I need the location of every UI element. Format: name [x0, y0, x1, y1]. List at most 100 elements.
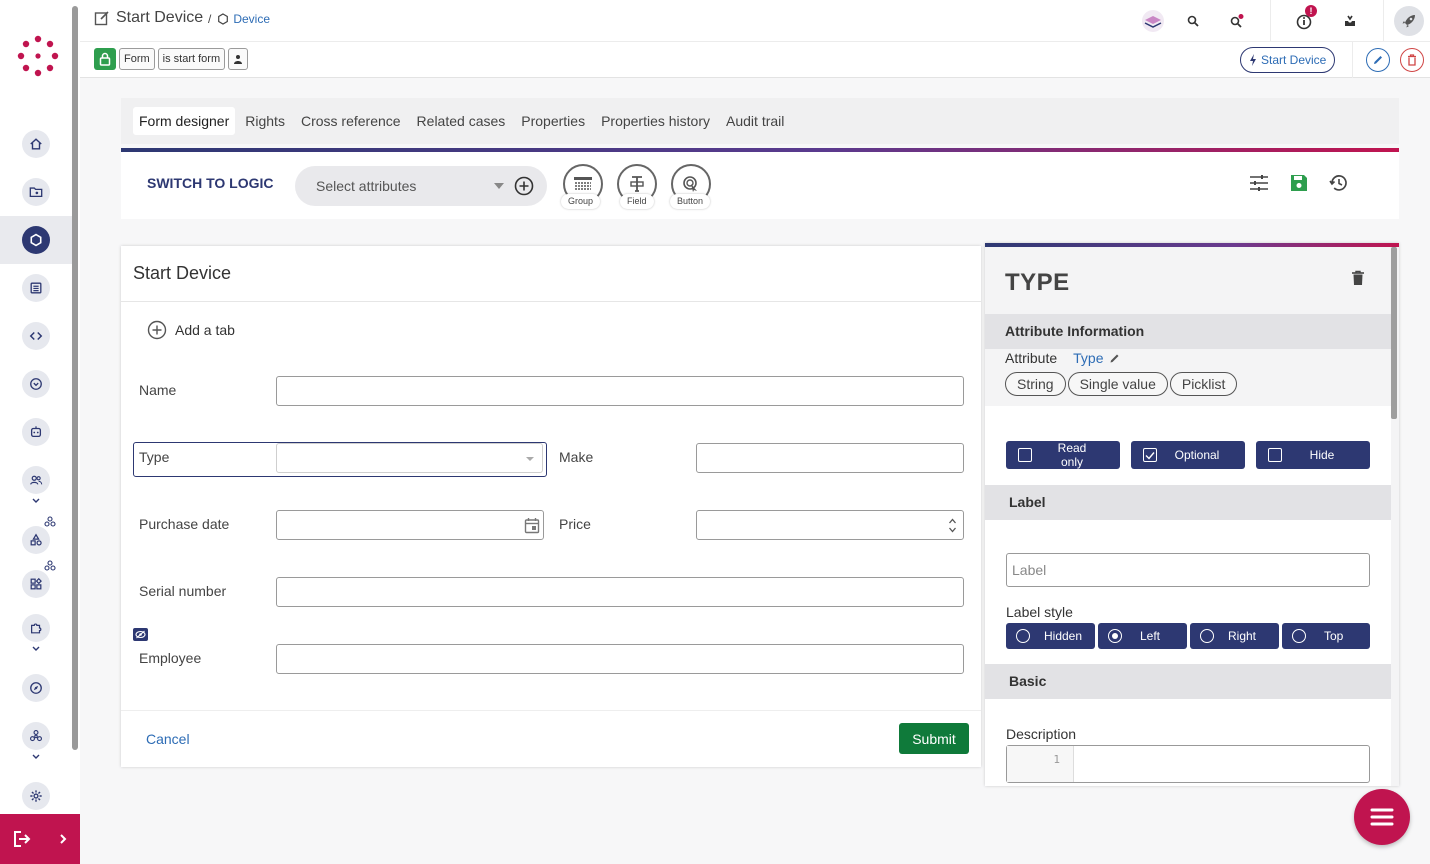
designer-toolbar: SWITCH TO LOGIC Select attributes Group … [121, 148, 1399, 219]
hidden-eye-icon [133, 628, 148, 641]
pencil-icon[interactable] [1109, 352, 1121, 364]
add-circle-icon[interactable] [514, 176, 534, 196]
dropdown-circle-icon[interactable] [22, 370, 50, 398]
lock-icon[interactable] [94, 48, 116, 70]
calendar-icon[interactable] [524, 517, 540, 534]
list-icon[interactable] [22, 274, 50, 302]
purchase-date-input[interactable] [276, 510, 544, 540]
read-only-toggle[interactable]: Read only [1006, 441, 1120, 469]
radio-icon [1200, 629, 1214, 643]
info-icon[interactable]: ! [1291, 5, 1317, 34]
read-only-label: Read only [1057, 441, 1087, 469]
rocket-icon[interactable] [1394, 6, 1424, 36]
start-device-label: Start Device [1261, 53, 1327, 67]
label-style-top-text: Top [1324, 629, 1344, 643]
label-input[interactable]: Label [1006, 553, 1370, 587]
sidebar-scrollbar[interactable] [72, 6, 78, 750]
delete-button[interactable] [1400, 48, 1424, 72]
description-editor[interactable]: 1 [1006, 745, 1370, 783]
name-label: Name [139, 382, 177, 398]
hexagon-icon [218, 13, 229, 25]
submit-button[interactable]: Submit [899, 723, 969, 754]
page-title: Start Device [94, 9, 203, 27]
app-logo[interactable] [16, 34, 60, 78]
inbox-icon[interactable] [1337, 8, 1363, 34]
checkbox-icon [1018, 448, 1032, 462]
search-icon[interactable] [1180, 8, 1206, 34]
hide-toggle[interactable]: Hide [1256, 441, 1370, 469]
select-attributes-dropdown[interactable]: Select attributes [295, 166, 547, 206]
label-style-top[interactable]: Top [1282, 623, 1370, 649]
tab-audit-trail[interactable]: Audit trail [720, 107, 790, 135]
basic-heading: Basic [985, 664, 1391, 699]
lightning-icon [1250, 54, 1256, 66]
edit-form-icon [94, 11, 109, 26]
chevron-down-icon[interactable] [31, 497, 41, 505]
optional-toggle[interactable]: Optional [1131, 441, 1245, 469]
chevron-down-icon[interactable] [31, 753, 41, 761]
breadcrumb-link[interactable]: Device [233, 12, 270, 26]
network-icon[interactable] [22, 722, 50, 750]
employee-input[interactable] [276, 644, 964, 674]
tab-properties[interactable]: Properties [515, 107, 591, 135]
tab-related-cases[interactable]: Related cases [411, 107, 512, 135]
tab-properties-history[interactable]: Properties history [595, 107, 716, 135]
hexagon-icon[interactable] [22, 226, 50, 254]
robot-icon[interactable] [22, 418, 50, 446]
menu-fab-button[interactable] [1354, 789, 1410, 845]
breadcrumb[interactable]: / Device [208, 12, 270, 26]
name-input[interactable] [276, 376, 964, 406]
chevron-down-icon[interactable] [31, 645, 41, 653]
user-icon[interactable] [228, 48, 249, 70]
puzzle-icon[interactable] [22, 614, 50, 642]
tab-cross-reference[interactable]: Cross reference [295, 107, 407, 135]
price-input[interactable] [696, 510, 964, 540]
folder-star-icon[interactable] [22, 178, 50, 206]
network-badge-icon [44, 516, 56, 527]
cancel-button[interactable]: Cancel [146, 731, 190, 747]
chip-widget: Picklist [1169, 372, 1238, 396]
attribute-chips: String Single value Picklist [1005, 372, 1238, 396]
panel-scrollbar[interactable] [1391, 247, 1397, 419]
label-style-left[interactable]: Left [1098, 623, 1187, 649]
shapes-icon[interactable] [22, 526, 50, 554]
save-icon[interactable] [1288, 172, 1310, 194]
field-label: Field [620, 194, 654, 209]
start-device-button[interactable]: Start Device [1240, 47, 1336, 73]
compass-icon[interactable] [22, 674, 50, 702]
tag-form: Form [119, 48, 155, 70]
serial-number-input[interactable] [276, 577, 964, 607]
edit-button[interactable] [1366, 48, 1390, 72]
expand-sidebar-icon[interactable] [58, 833, 68, 845]
widgets-icon[interactable] [22, 570, 50, 598]
attribute-value[interactable]: Type [1073, 350, 1103, 366]
attribute-row: Attribute Type [1005, 350, 1121, 366]
trash-icon[interactable] [1351, 270, 1365, 286]
advanced-search-icon[interactable] [1224, 8, 1250, 34]
employee-label: Employee [139, 650, 202, 666]
checkbox-checked-icon [1143, 448, 1157, 462]
history-icon[interactable] [1328, 172, 1350, 194]
trash-icon [1408, 54, 1416, 66]
number-stepper-icon[interactable] [948, 516, 957, 535]
users-icon[interactable] [22, 466, 50, 494]
gear-icon[interactable] [22, 782, 50, 810]
dropdown-arrow-icon[interactable] [494, 183, 504, 189]
logout-icon[interactable] [12, 830, 32, 848]
label-style-hidden[interactable]: Hidden [1006, 623, 1095, 649]
label-style-right[interactable]: Right [1190, 623, 1279, 649]
toolbar-actions [1248, 172, 1350, 194]
switch-to-logic-button[interactable]: SWITCH TO LOGIC [147, 175, 274, 191]
add-tab-button[interactable]: Add a tab [147, 320, 235, 340]
tab-form-designer[interactable]: Form designer [133, 107, 236, 135]
settings-sliders-icon[interactable] [1248, 172, 1270, 194]
layers-icon[interactable] [1140, 8, 1166, 34]
attribute-properties-panel: TYPE Attribute Information Attribute Typ… [985, 243, 1399, 786]
code-icon[interactable] [22, 322, 50, 350]
logout-bar[interactable] [0, 814, 80, 864]
attribute-link[interactable]: Type [1073, 350, 1120, 366]
tab-rights[interactable]: Rights [239, 107, 291, 135]
type-select[interactable] [276, 443, 543, 473]
make-input[interactable] [696, 443, 964, 473]
home-icon[interactable] [22, 130, 50, 158]
